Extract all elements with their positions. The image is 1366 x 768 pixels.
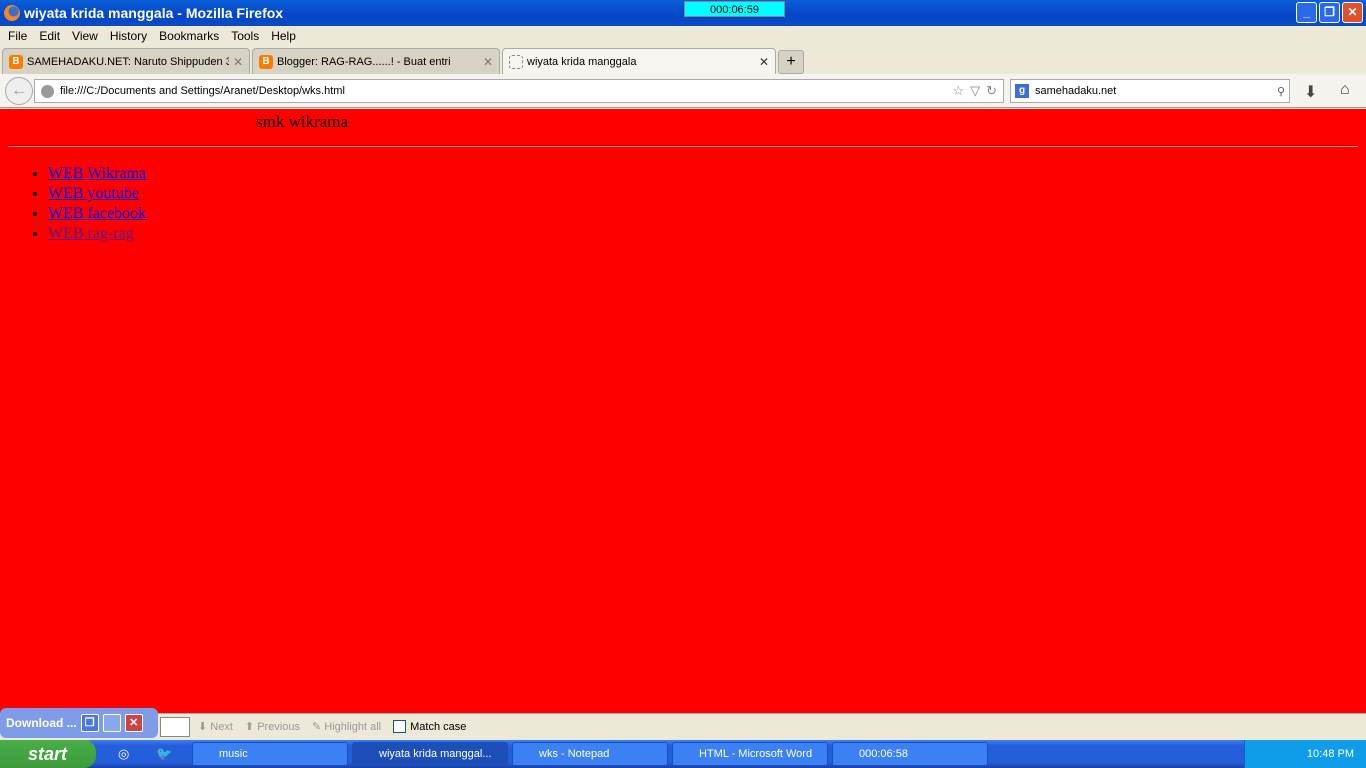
taskbar-label: wks - Notepad <box>539 748 610 760</box>
google-icon[interactable]: g <box>1015 84 1029 98</box>
taskbar-label: 000:06:58 <box>859 748 908 760</box>
find-previous-button[interactable]: ⬆ Previous <box>245 720 300 733</box>
tab-title: wiyata krida manggala <box>527 55 637 68</box>
taskbar-label: music <box>219 748 248 760</box>
window-title: wiyata krida manggala - Mozilla Firefox <box>24 5 284 21</box>
download-icon[interactable]: ⬇ <box>1304 82 1317 102</box>
bookmark-star-icon[interactable]: ☆ <box>952 83 964 99</box>
match-case-checkbox[interactable]: Match case <box>393 720 466 733</box>
taskbar: start ◎ 🐦 music wiyata krida manggal... … <box>0 740 1366 768</box>
home-icon[interactable]: ⌂ <box>1340 81 1350 99</box>
find-bar: ⬇ Next ⬆ Previous ✎ Highlight all Match … <box>0 713 1366 740</box>
tab-title: Blogger: RAG-RAG......! - Buat entri <box>277 55 451 68</box>
download-label: Download ... <box>6 716 77 730</box>
link-wikrama[interactable]: WEB Wikrama <box>48 165 146 182</box>
globe-icon <box>41 84 54 98</box>
tab-wiyata[interactable]: wiyata krida manggala ✕ <box>502 48 776 74</box>
list-item: WEB facebook <box>48 205 146 225</box>
url-bar[interactable]: file:///C:/Documents and Settings/Aranet… <box>34 79 1004 103</box>
link-youtube[interactable]: WEB youtube <box>48 185 139 202</box>
url-text: file:///C:/Documents and Settings/Aranet… <box>60 85 345 97</box>
close-tab-icon[interactable]: ✕ <box>233 55 243 69</box>
title-bar: wiyata krida manggala - Mozilla Firefox … <box>0 0 1366 26</box>
blogger-icon: B <box>9 54 23 69</box>
search-icon[interactable]: ⚲ <box>1277 85 1285 98</box>
menu-bookmarks[interactable]: Bookmarks <box>155 29 227 43</box>
blank-page-icon <box>509 54 523 69</box>
taskbar-label: HTML - Microsoft Word <box>699 748 813 760</box>
menu-view[interactable]: View <box>68 29 106 43</box>
list-item: WEB youtube <box>48 185 146 205</box>
menu-history[interactable]: History <box>106 29 155 43</box>
link-rag-rag[interactable]: WEB rag-rag <box>48 225 134 242</box>
close-tab-icon[interactable]: ✕ <box>759 55 769 69</box>
taskbar-item-firefox[interactable]: wiyata krida manggal... <box>352 742 508 766</box>
highlight-all-label: Highlight all <box>324 721 382 733</box>
dropdown-icon[interactable]: ▽ <box>970 83 980 99</box>
link-list: WEB Wikrama WEB youtube WEB facebook WEB… <box>48 165 146 245</box>
menu-edit[interactable]: Edit <box>35 29 68 43</box>
close-window-button[interactable]: ✕ <box>1342 2 1363 23</box>
restore-icon[interactable]: ❐ <box>80 714 99 732</box>
checkbox-box[interactable] <box>393 720 407 733</box>
blogger-icon: B <box>259 54 273 69</box>
taskbar-item-word[interactable]: HTML - Microsoft Word <box>672 742 828 766</box>
close-icon[interactable]: ✕ <box>124 714 143 732</box>
highlight-all-button[interactable]: ✎ Highlight all <box>312 720 381 733</box>
system-tray: 10:48 PM <box>1244 740 1366 768</box>
taskbar-label: wiyata krida manggal... <box>379 748 492 760</box>
list-item: WEB Wikrama <box>48 165 146 185</box>
page-heading: smk wikrama <box>256 112 349 131</box>
back-button[interactable]: ← <box>5 77 33 105</box>
maximize-icon[interactable] <box>102 714 121 732</box>
start-label: start <box>28 743 68 764</box>
tab-title: SAMEHADAKU.NET: Naruto Shippuden 3... <box>27 55 229 68</box>
timer-overlay: 000:06:59 <box>684 1 785 17</box>
new-tab-button[interactable]: + <box>778 50 804 74</box>
tab-blogger[interactable]: B Blogger: RAG-RAG......! - Buat entri ✕ <box>252 48 500 74</box>
menu-tools[interactable]: Tools <box>227 29 267 43</box>
menu-help[interactable]: Help <box>267 29 304 43</box>
reload-icon[interactable]: ↻ <box>986 83 997 99</box>
taskbar-item-notepad[interactable]: wks - Notepad <box>512 742 668 766</box>
find-next-button[interactable]: ⬇ Next <box>198 720 233 733</box>
restore-button[interactable]: ❐ <box>1319 2 1340 23</box>
search-text: samehadaku.net <box>1035 85 1117 97</box>
list-item: WEB rag-rag <box>48 225 146 245</box>
start-button[interactable]: start <box>0 740 96 768</box>
download-popup[interactable]: Download ... ❐ ✕ <box>0 708 158 738</box>
tab-strip: B SAMEHADAKU.NET: Naruto Shippuden 3... … <box>0 46 1366 74</box>
taskbar-item-timer[interactable]: 000:06:58 <box>832 742 988 766</box>
match-case-label: Match case <box>410 720 467 733</box>
close-tab-icon[interactable]: ✕ <box>483 55 493 69</box>
page-content: smk wikrama WEB Wikrama WEB youtube WEB … <box>0 109 1366 713</box>
quicklaunch-icon[interactable]: ◎ <box>118 746 129 762</box>
search-bar[interactable]: g samehadaku.net ⚲ <box>1010 79 1290 103</box>
twitter-icon[interactable]: 🐦 <box>156 746 172 762</box>
find-input[interactable] <box>160 717 190 737</box>
firefox-icon <box>4 5 20 21</box>
menu-bar: File Edit View History Bookmarks Tools H… <box>0 26 1366 46</box>
menu-file[interactable]: File <box>4 29 35 43</box>
find-next-label: Next <box>210 721 233 733</box>
clock: 10:48 PM <box>1306 748 1354 760</box>
minimize-button[interactable]: _ <box>1296 2 1317 23</box>
find-previous-label: Previous <box>257 721 300 733</box>
taskbar-item-music[interactable]: music <box>192 742 348 766</box>
link-facebook[interactable]: WEB facebook <box>48 205 146 222</box>
divider <box>8 145 1358 147</box>
tab-samehadaku[interactable]: B SAMEHADAKU.NET: Naruto Shippuden 3... … <box>2 48 250 74</box>
navigation-bar: ← file:///C:/Documents and Settings/Aran… <box>0 74 1366 108</box>
